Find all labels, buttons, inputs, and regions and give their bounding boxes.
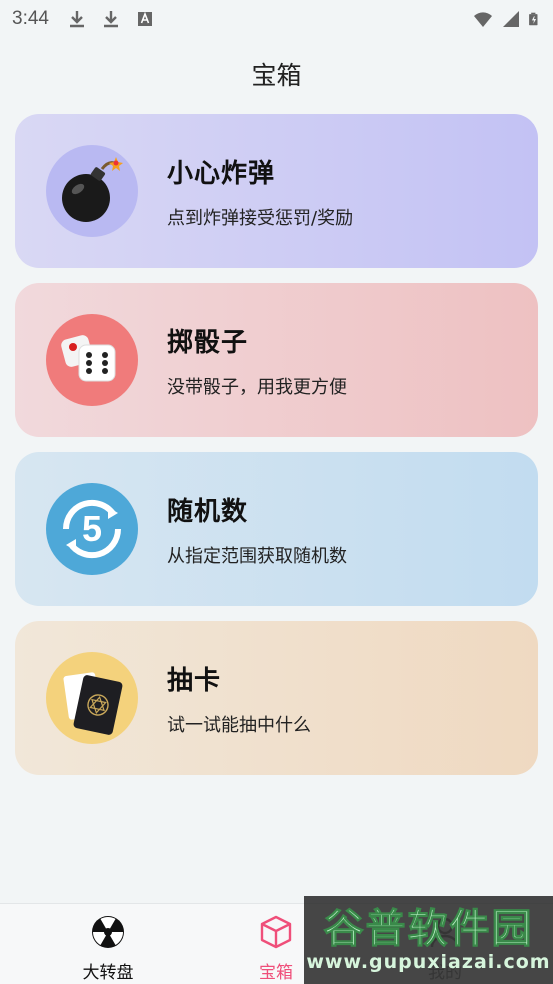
card-title: 小心炸弹	[167, 158, 276, 189]
dice-icon	[46, 314, 138, 406]
box-icon	[260, 915, 292, 949]
random-number-digit: 5	[82, 508, 102, 549]
card-title: 随机数	[167, 496, 249, 527]
random-number-icon: 5	[46, 483, 138, 575]
card-title: 抽卡	[167, 665, 222, 696]
nav-item-wheel[interactable]: 大转盘	[63, 914, 153, 983]
card-subtitle: 试一试能抽中什么	[167, 714, 311, 736]
wifi-icon	[474, 12, 492, 27]
card-random-number[interactable]: 5 随机数 从指定范围获取随机数	[15, 452, 538, 606]
card-dice[interactable]: 掷骰子 没带骰子，用我更方便	[15, 283, 538, 437]
card-draw[interactable]: 抽卡 试一试能抽中什么	[15, 621, 538, 775]
card-subtitle: 从指定范围获取随机数	[167, 545, 347, 567]
watermark: 谷普软件园 www.gupuxiazai.com	[304, 896, 553, 984]
watermark-main: 谷普软件园	[323, 906, 534, 952]
card-bomb[interactable]: 小心炸弹 点到炸弹接受惩罚/奖励	[15, 114, 538, 268]
wheel-icon	[92, 916, 124, 948]
card-subtitle: 点到炸弹接受惩罚/奖励	[167, 207, 354, 229]
page-title: 宝箱	[251, 61, 302, 90]
download-icon	[69, 11, 84, 28]
nav-label: 大转盘	[82, 963, 134, 983]
status-bar: 3:44	[0, 0, 553, 38]
card-subtitle: 没带骰子，用我更方便	[167, 376, 347, 398]
signal-icon	[503, 11, 519, 27]
bomb-icon	[46, 145, 138, 237]
card-draw-icon	[46, 652, 138, 744]
battery-charging-icon	[529, 12, 538, 26]
font-icon	[137, 11, 152, 26]
download-icon	[103, 11, 118, 28]
watermark-sub: www.gupuxiazai.com	[306, 951, 551, 973]
card-title: 掷骰子	[167, 327, 249, 358]
status-time: 3:44	[12, 8, 49, 29]
